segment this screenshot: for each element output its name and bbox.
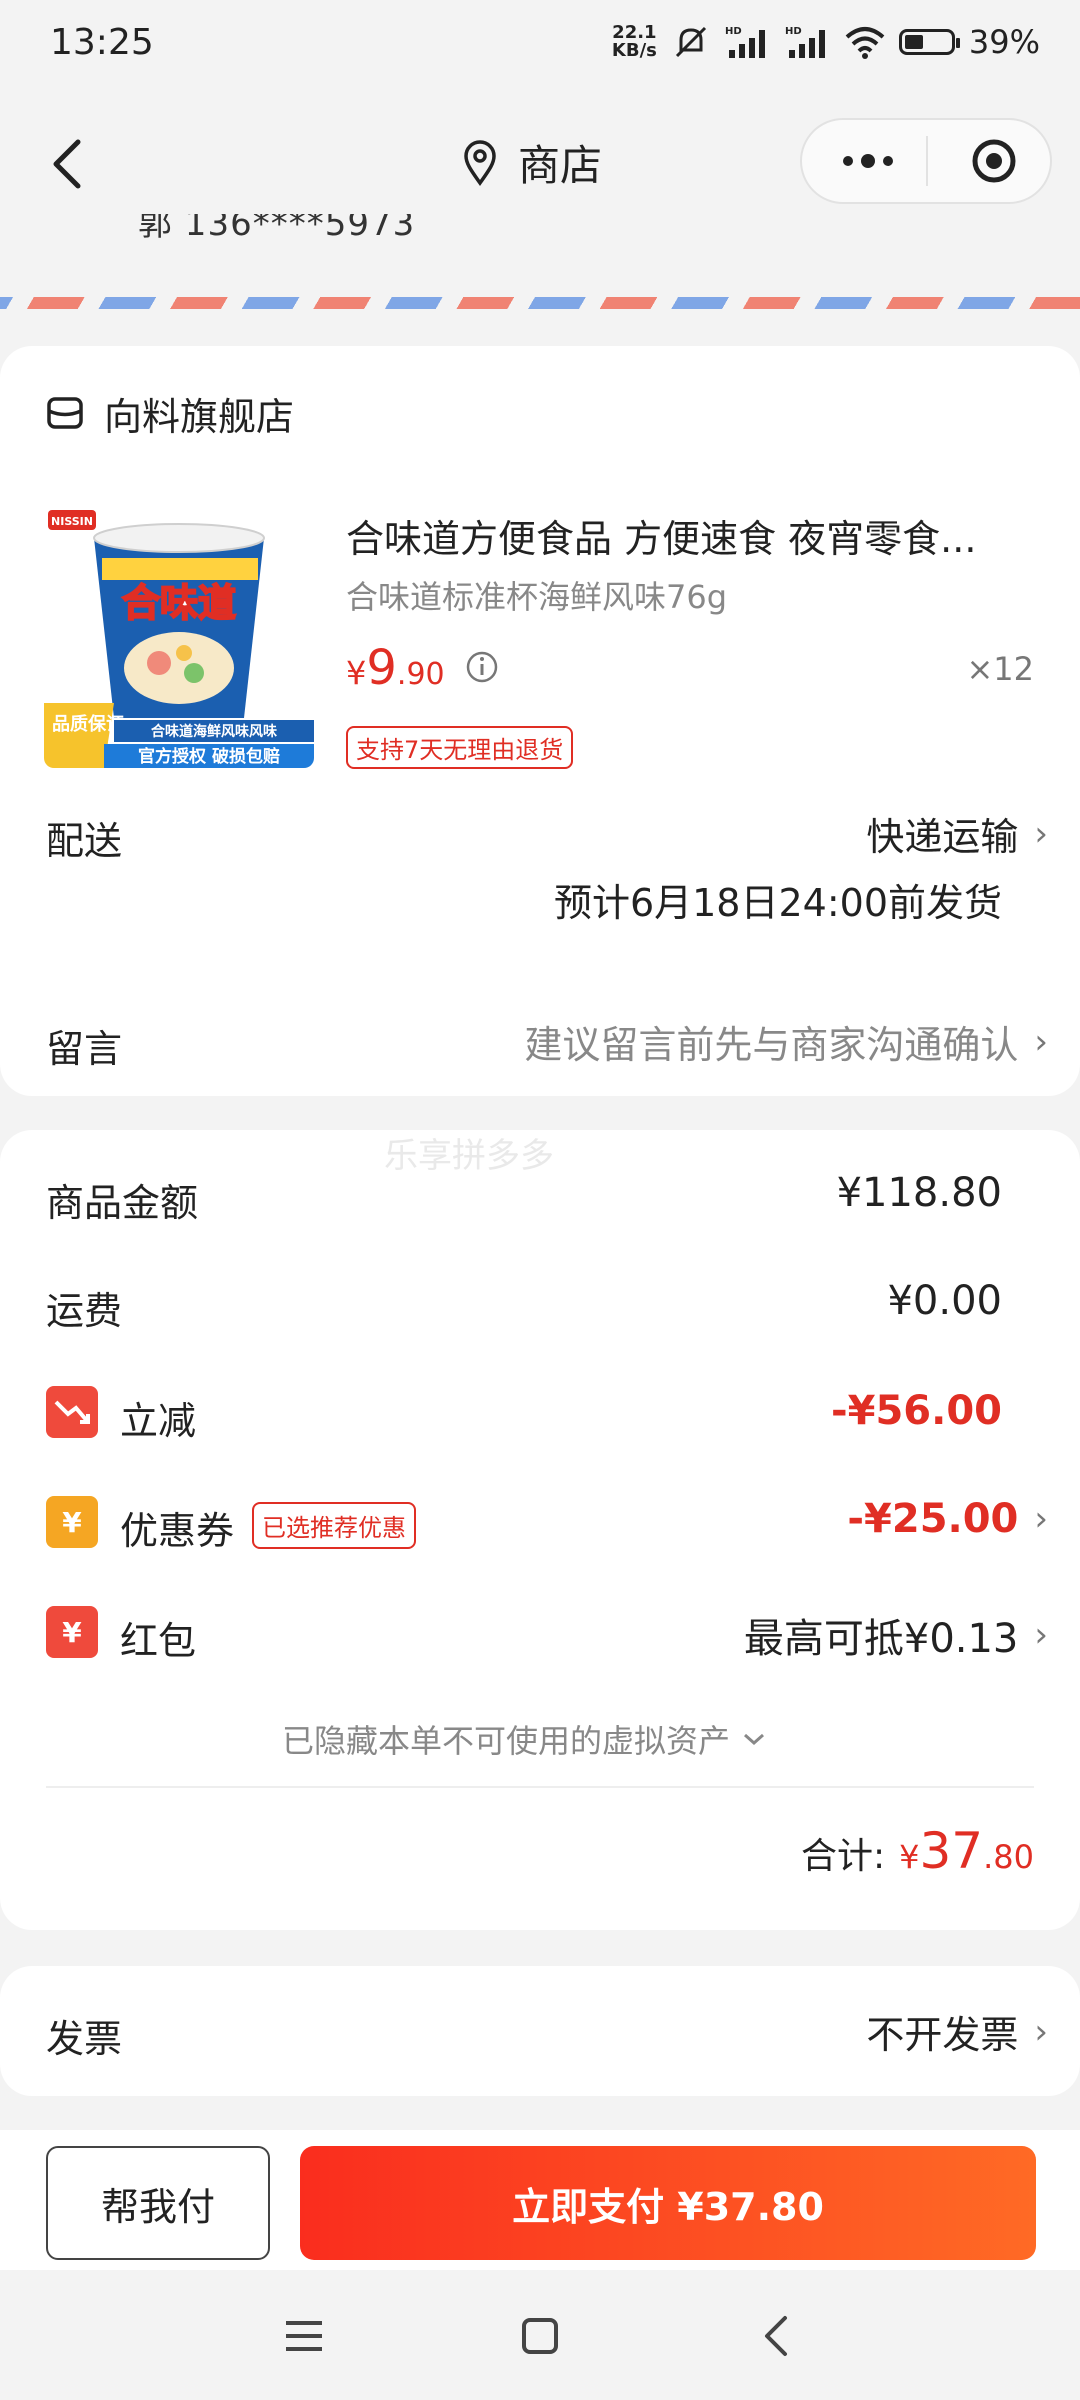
goods-amount-label: 商品金额: [46, 1181, 199, 1225]
address-contact[interactable]: 郭 136****5973: [138, 214, 415, 240]
total-symbol: ¥: [899, 1838, 920, 1876]
price-int: 9: [366, 640, 397, 696]
close-button[interactable]: [946, 130, 1042, 192]
banner-top-text: 合味道海鲜风味风味: [151, 723, 277, 740]
brand-logo-text: NISSIN: [51, 515, 93, 528]
total-int: 37: [919, 1822, 984, 1880]
coupon-label: 优惠券: [120, 1509, 235, 1553]
menu-nav-button[interactable]: [264, 2300, 344, 2372]
chevron-right-icon: ›: [1034, 1021, 1048, 1062]
hidden-assets-toggle[interactable]: 已隐藏本单不可使用的虚拟资产: [282, 1716, 766, 1762]
invoice-selector[interactable]: 不开发票 ›: [866, 2004, 1048, 2059]
redpacket-value: 最高可抵¥0.13: [743, 1616, 1019, 1662]
svg-text:HD: HD: [785, 26, 802, 37]
battery-icon: [898, 29, 960, 55]
quality-badge-text: 品质保证: [52, 713, 124, 735]
banner-bottom-text: 官方授权 破损包赔: [138, 746, 280, 767]
delivery-value: 快递运输: [866, 815, 1019, 859]
message-label: 留言: [46, 1027, 123, 1071]
product-title[interactable]: 合味道方便食品 方便速食 夜宵零食...: [346, 508, 1016, 563]
shipping-label: 运费: [46, 1289, 123, 1333]
pay-now-button[interactable]: 立即支付 ¥37.80: [300, 2146, 1036, 2260]
message-placeholder: 建议留言前先与商家沟通确认: [524, 1023, 1019, 1067]
coupon-yen-icon: ¥: [46, 1496, 98, 1548]
back-button[interactable]: [36, 124, 96, 204]
total-label: 合计:: [800, 1836, 886, 1877]
delivery-label: 配送: [46, 819, 123, 863]
product-spec[interactable]: 合味道标准杯海鲜风味76g: [346, 572, 727, 618]
watermark-text: 乐享拼多多: [384, 1136, 554, 1176]
chevron-right-icon: ›: [1034, 813, 1048, 854]
cup-brand-text: 合味道: [122, 581, 236, 625]
shipping-fee: ¥0.00: [887, 1278, 1002, 1324]
page-title-wrap: 商店: [460, 132, 602, 193]
svg-text:HD: HD: [725, 26, 742, 37]
hidden-assets-text: 已隐藏本单不可使用的虚拟资产: [282, 1722, 731, 1760]
coupon-tag: 已选推荐优惠: [252, 1502, 416, 1549]
status-time: 13:25: [50, 22, 154, 63]
invoice-value: 不开发票: [866, 2013, 1019, 2057]
product-quantity: ×12: [966, 650, 1034, 688]
red-packet-icon: ¥: [46, 1606, 98, 1658]
home-square-icon: [522, 2318, 558, 2354]
menu-icon: [286, 2321, 322, 2351]
battery-percent: 39%: [968, 23, 1040, 61]
product-price: ¥ 9 .90: [346, 640, 499, 696]
home-nav-button[interactable]: [500, 2300, 580, 2372]
discount-arrow-icon: [46, 1386, 98, 1438]
page-title: 商店: [518, 141, 603, 190]
redpacket-label: 红包: [120, 1619, 197, 1663]
coupon-amount: -¥25.00: [847, 1496, 1019, 1542]
chevron-right-icon: ›: [1034, 1615, 1048, 1655]
shop-name[interactable]: 向料旗舰店: [104, 386, 294, 441]
info-icon[interactable]: [465, 650, 499, 684]
total-dec: .80: [983, 1838, 1034, 1876]
net-speed: 22.1 KB/s: [612, 24, 657, 60]
back-nav-button[interactable]: [736, 2300, 816, 2372]
signal-1-icon: HD: [725, 26, 765, 58]
summary-divider: [46, 1786, 1034, 1788]
more-icon: [843, 154, 893, 168]
chevron-right-icon: ›: [1034, 2011, 1048, 2052]
delivery-eta: 预计6月18日24:00前发货: [553, 881, 1002, 925]
chevron-right-icon: ›: [1034, 1499, 1048, 1539]
shop-icon: [47, 397, 83, 429]
back-arrow-icon: [53, 139, 81, 189]
mute-bell-icon: [675, 26, 706, 58]
signal-2-icon: HD: [785, 26, 825, 58]
chevron-down-icon: [744, 1733, 765, 1746]
back-triangle-icon: [765, 2316, 787, 2356]
discount-amount: -¥56.00: [831, 1388, 1002, 1434]
product-image[interactable]: 合味道 NISSIN 品质保证 合味道海鲜风味风味 官方授权 破损包赔: [44, 508, 314, 768]
return-policy-tag: 支持7天无理由退货: [346, 726, 574, 769]
close-target-icon: [972, 139, 1016, 183]
discount-label: 立减: [120, 1399, 197, 1443]
price-symbol: ¥: [346, 654, 367, 692]
coupon-selector[interactable]: -¥25.00 ›: [847, 1496, 1048, 1542]
address-divider-stripe: [0, 297, 1080, 309]
message-input[interactable]: 建议留言前先与商家沟通确认 ›: [524, 1014, 1048, 1069]
net-speed-unit: KB/s: [611, 40, 657, 61]
total-row: 合计: ¥ 37 .80: [801, 1822, 1034, 1880]
location-pin-icon: [464, 139, 496, 186]
capsule-divider: [926, 136, 928, 186]
help-me-pay-button[interactable]: 帮我付: [46, 2146, 270, 2260]
price-dec: .90: [396, 657, 445, 692]
invoice-label: 发票: [46, 2017, 123, 2061]
status-icons: 22.1 KB/s HD HD 39%: [612, 22, 1040, 62]
goods-amount: ¥118.80: [836, 1170, 1002, 1216]
wifi-icon: [845, 27, 885, 59]
redpacket-selector[interactable]: 最高可抵¥0.13 ›: [744, 1606, 1048, 1664]
more-button[interactable]: [820, 130, 916, 192]
delivery-selector[interactable]: 快递运输 ›: [866, 806, 1048, 861]
